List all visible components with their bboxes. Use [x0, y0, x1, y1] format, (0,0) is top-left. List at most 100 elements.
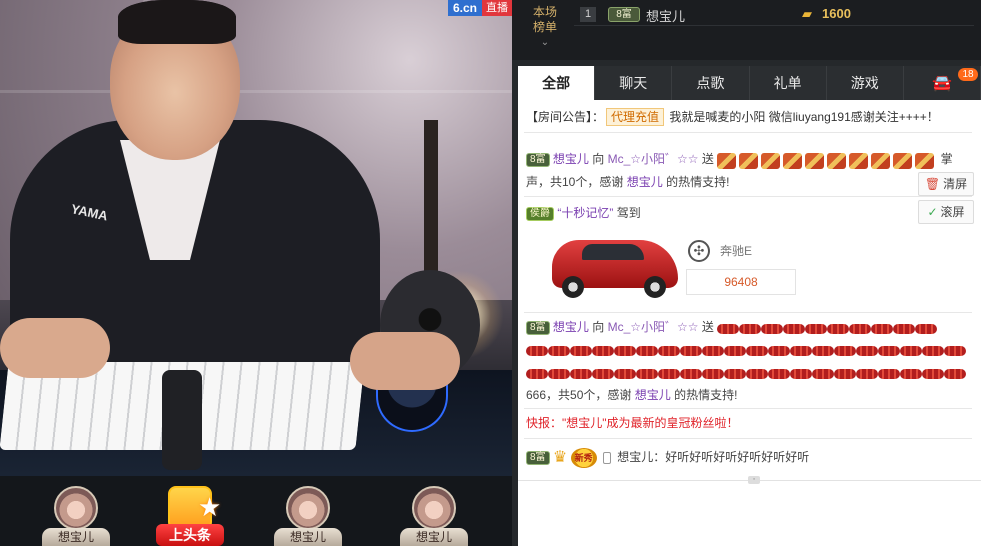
- tab-all[interactable]: 全部: [518, 66, 596, 100]
- message-user[interactable]: 想宝儿: [635, 388, 671, 402]
- agent-recharge-button[interactable]: 代理充值: [606, 108, 665, 126]
- tab-game[interactable]: 游戏: [827, 66, 904, 100]
- car-count-badge: 18: [958, 68, 979, 81]
- clear-screen-label: 清屏: [943, 177, 968, 191]
- message-to: 向: [592, 320, 605, 334]
- video-hand-left: [0, 318, 110, 378]
- check-circle-icon: ✓: [927, 205, 938, 219]
- car-window: [582, 244, 644, 260]
- fan-slot[interactable]: 想宝儿: [34, 484, 118, 546]
- gift-rank-strip: 想宝儿 ★ 上头条 想宝儿 想宝儿: [0, 476, 512, 546]
- scroll-screen-label: 滚屏: [940, 205, 965, 219]
- applause-gift-icon: [871, 152, 891, 169]
- video-mic-stand: [162, 370, 202, 470]
- video-player[interactable]: YAMA 6.cn 直播: [0, 0, 512, 476]
- gift-icons: [717, 317, 938, 339]
- message-thanks: 666，共50个，感谢: [526, 388, 632, 403]
- gift-icons: [526, 340, 966, 362]
- message-user[interactable]: 想宝儿: [553, 152, 589, 166]
- applause-gift-icon: [827, 152, 847, 169]
- applause-gift-icon: [739, 152, 759, 169]
- rank-toggle-label-1: 本场: [532, 5, 557, 19]
- fan-slot[interactable]: 想宝儿: [266, 484, 350, 546]
- rank-coins: 1600: [822, 6, 851, 21]
- message-target[interactable]: Mc_☆小阳゛☆☆: [608, 320, 699, 334]
- announcement-prefix: 【房间公告】：: [526, 110, 605, 124]
- vip-title-badge: 侯爵: [526, 206, 554, 221]
- video-guitar: [380, 120, 480, 380]
- fan-name: 想宝儿: [274, 528, 342, 546]
- message-text: ：好听好听好听好听好听好听: [653, 450, 810, 464]
- rank-toggle[interactable]: 本场 榜单 ⌄: [528, 5, 562, 50]
- chat-box: 全部 聊天 点歌 礼单 游戏 🚘 18 【房间公告】： 代理充值 我就是喊麦的小阳…: [518, 66, 981, 546]
- car-wheel: [562, 276, 584, 298]
- fan-name: 想宝儿: [42, 528, 110, 546]
- message-tail: 掌: [940, 152, 953, 166]
- live-label: 直播: [482, 0, 512, 16]
- rank-number: 1: [580, 7, 596, 22]
- site-logo: 6.cn: [447, 0, 482, 16]
- gift-icons: [717, 149, 937, 171]
- vip-arrival-message: 侯爵 “十秒记忆” 驾到: [526, 202, 966, 224]
- message-user[interactable]: “十秒记忆”: [557, 206, 613, 220]
- message-to: 向: [592, 152, 605, 166]
- message-thanks-end: 的热情支持!: [666, 174, 730, 189]
- gift-message: 8富 想宝儿 向 Mc_☆小阳゛☆☆ 送 掌 声，共10个，感谢 想宝儿 的热情…: [526, 148, 966, 193]
- car-number: 96408: [686, 269, 796, 295]
- crown-icon: ♛: [552, 448, 568, 466]
- headline-button[interactable]: ★ 上头条: [148, 484, 232, 546]
- trash-icon: 🗑: [924, 177, 941, 191]
- applause-gift-icon: [893, 152, 913, 169]
- chevron-down-icon: ⌄: [540, 37, 550, 48]
- avatar: [54, 486, 98, 530]
- message-send: 送: [701, 152, 714, 166]
- message-user[interactable]: 想宝儿: [627, 175, 663, 189]
- rank-row[interactable]: 1 8富 想宝儿 ▰ 1600: [574, 4, 974, 26]
- fan-slot[interactable]: 想宝儿: [392, 484, 476, 546]
- message-user[interactable]: 想宝儿: [553, 320, 589, 334]
- rank-toggle-label-2: 榜单: [532, 20, 557, 34]
- divider: [524, 132, 972, 133]
- message-thanks-end: 的热情支持!: [674, 388, 738, 403]
- chat-panel: 本场 榜单 ⌄ 1 8富 想宝儿 ▰ 1600 全部 聊天 点歌 礼单 游戏 🚘: [512, 0, 981, 546]
- message-send: 送: [701, 320, 714, 334]
- message-target[interactable]: Mc_☆小阳゛☆☆: [608, 152, 699, 166]
- chat-tabs: 全部 聊天 点歌 礼单 游戏 🚘 18: [518, 66, 981, 100]
- car-image: [552, 226, 692, 298]
- gift-message: 8富 想宝儿 向 Mc_☆小阳゛☆☆ 送 666，共50个，感谢 想宝儿 的热情…: [526, 316, 966, 406]
- coin-icon: ▰: [802, 6, 812, 21]
- car-name: 奔驰E: [720, 244, 753, 258]
- wealth-level-badge: 8富: [526, 320, 550, 335]
- gift-icons: [526, 362, 966, 384]
- tab-chat[interactable]: 聊天: [595, 66, 673, 100]
- live-room: YAMA 6.cn 直播 想宝儿 ★ 上头条 想宝儿 想宝儿 本场 榜单 ⌄ 1…: [0, 0, 981, 546]
- wealth-level-badge: 8富: [608, 7, 640, 22]
- rank-user-name[interactable]: 想宝儿: [646, 6, 685, 25]
- applause-gift-icon: [783, 152, 803, 169]
- message-user[interactable]: 想宝儿: [617, 450, 653, 464]
- divider: [524, 196, 972, 197]
- new-star-badge: 新秀: [570, 447, 597, 468]
- scroll-screen-button[interactable]: ✓ 滚屏: [918, 200, 974, 224]
- live-badge: 6.cn 直播: [447, 0, 512, 16]
- message-thanks: 声，共10个，感谢: [526, 174, 624, 189]
- divider: [524, 312, 972, 313]
- video-streamer-hair-top: [118, 0, 236, 44]
- wealth-level-badge: 8富: [526, 450, 550, 465]
- clear-screen-button[interactable]: 🗑 清屏: [918, 172, 974, 196]
- tab-song[interactable]: 点歌: [672, 66, 750, 100]
- car-icon: 🚘: [931, 75, 952, 92]
- video-hand-right: [350, 332, 460, 390]
- applause-gift-icon: [761, 152, 781, 169]
- chat-message: 8富 ♛ 新秀 想宝儿：好听好听好听好听好听好听: [526, 446, 809, 469]
- applause-gift-icon: [805, 152, 825, 169]
- wealth-level-badge: 8富: [526, 152, 550, 167]
- divider: [524, 408, 972, 409]
- resize-handle[interactable]: ◦: [748, 476, 760, 484]
- flash-news: 快报："想宝儿"成为最新的皇冠粉丝啦！: [526, 416, 739, 430]
- star-icon: ★: [198, 492, 222, 522]
- rank-header: 本场 榜单 ⌄ 1 8富 想宝儿 ▰ 1600: [512, 0, 981, 60]
- tab-gift-list[interactable]: 礼单: [750, 66, 827, 100]
- tab-car[interactable]: 🚘 18: [904, 66, 981, 100]
- divider: [524, 438, 972, 439]
